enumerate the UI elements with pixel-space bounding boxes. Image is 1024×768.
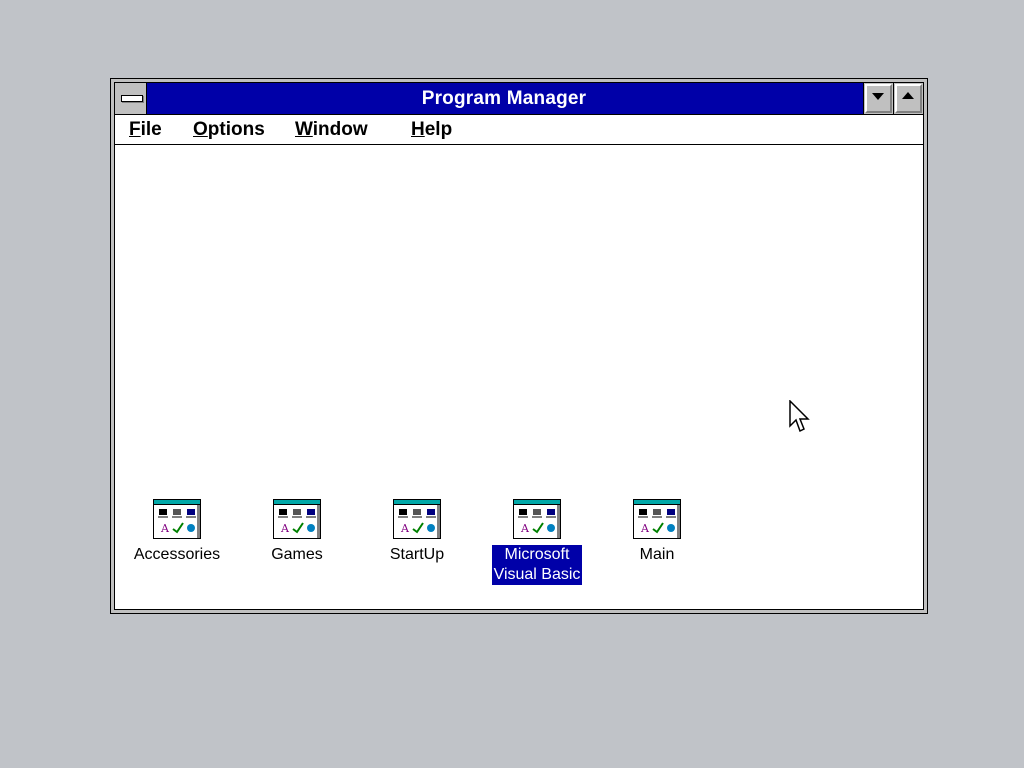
svg-text:A: A <box>640 522 650 535</box>
arrow-pointer-icon <box>789 400 810 433</box>
menu-bar: File Options Window Help <box>115 115 923 145</box>
title-bar[interactable]: Program Manager <box>115 83 923 115</box>
group-startup[interactable]: A StartUp <box>355 499 479 565</box>
menu-file[interactable]: File <box>129 117 162 143</box>
menu-options[interactable]: Options <box>193 117 265 143</box>
maximize-button[interactable] <box>893 83 923 114</box>
group-main[interactable]: A Main <box>595 499 719 565</box>
program-group-icon: A <box>513 499 561 539</box>
svg-text:A: A <box>400 522 410 535</box>
menu-window[interactable]: Window <box>295 117 368 143</box>
group-microsoft-visual-basic[interactable]: A Microsoft Visual Basic <box>475 499 599 585</box>
desktop: Program Manager File Options Window Help <box>0 0 1024 768</box>
minimize-button[interactable] <box>863 83 893 114</box>
minimize-arrow-icon <box>872 93 884 100</box>
program-group-icon: A <box>633 499 681 539</box>
menu-window-label: indow <box>312 119 368 140</box>
workspace: A Accessories A Games A StartUp A Micros… <box>115 145 923 609</box>
menu-options-label: ptions <box>207 119 265 140</box>
menu-options-mnemonic: O <box>193 119 208 140</box>
system-menu-button[interactable] <box>115 83 147 114</box>
system-menu-bar-icon <box>121 95 143 102</box>
group-label-selected: Microsoft Visual Basic <box>491 545 583 585</box>
menu-help-mnemonic: H <box>411 119 425 140</box>
svg-text:A: A <box>280 522 290 535</box>
maximize-arrow-icon <box>902 92 914 99</box>
window-title: Program Manager <box>421 88 587 109</box>
svg-text:A: A <box>160 522 170 535</box>
menu-help[interactable]: Help <box>411 117 452 143</box>
group-label: Games <box>271 546 323 563</box>
window-frame: Program Manager File Options Window Help <box>114 82 924 610</box>
menu-window-mnemonic: W <box>295 119 313 140</box>
group-games[interactable]: A Games <box>235 499 359 565</box>
menu-file-mnemonic: F <box>129 119 141 140</box>
menu-file-label: ile <box>140 119 162 140</box>
program-group-icon: A <box>153 499 201 539</box>
menu-help-label: elp <box>424 119 453 140</box>
group-label: Main <box>639 546 675 563</box>
group-label-line1: Microsoft <box>504 546 570 563</box>
program-group-icon: A <box>393 499 441 539</box>
svg-text:A: A <box>520 522 530 535</box>
group-label: Accessories <box>133 546 221 563</box>
group-label: StartUp <box>389 546 445 563</box>
group-label-line2: Visual Basic <box>493 566 581 583</box>
group-accessories[interactable]: A Accessories <box>115 499 239 565</box>
program-group-icon: A <box>273 499 321 539</box>
program-manager-window: Program Manager File Options Window Help <box>110 78 928 614</box>
